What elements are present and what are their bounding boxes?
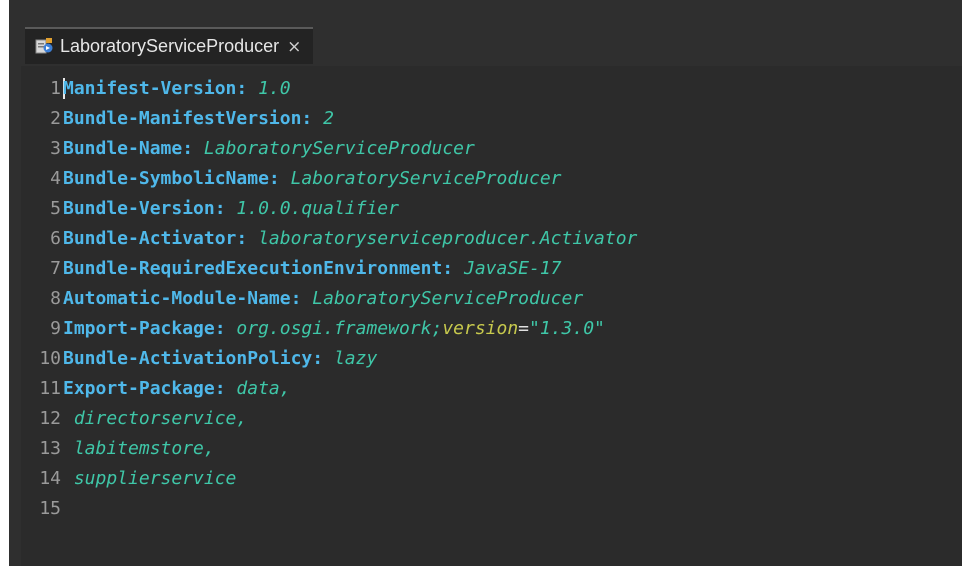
manifest-value: org.osgi.framework; [236,317,443,339]
code-line[interactable]: 2 Bundle-ManifestVersion: 2 [21,103,334,133]
line-number: 15 [39,497,61,519]
manifest-key: Bundle-Version [63,197,215,219]
line-number: 14 [39,467,61,489]
manifest-value: 1.0.0.qualifier [236,197,399,219]
line-number: 4 [50,167,61,189]
manifest-value: LaboratoryServiceProducer [203,137,475,159]
manifest-value: 2 [323,107,334,129]
manifest-value: data, [236,377,291,399]
key-separator: : [268,167,291,189]
line-number: 3 [50,137,61,159]
key-separator: : [214,377,237,399]
manifest-attribute: version [442,317,519,339]
code-line[interactable]: 8 Automatic-Module-Name: LaboratoryServic… [21,283,583,313]
code-line[interactable]: 7 Bundle-RequiredExecutionEnvironment: Ja… [21,253,562,283]
editor-window: LaboratoryServiceProducer × 1 Manifest-Ve… [0,0,962,566]
equals-sign: = [518,317,530,339]
left-border [0,0,9,566]
manifest-key: Automatic-Module-Name [63,287,291,309]
code-line[interactable]: 6 Bundle-Activator: laboratoryserviceprod… [21,223,637,253]
manifest-key: Manifest-Version [63,77,237,99]
manifest-value: laboratoryserviceproducer.Activator [258,227,638,249]
code-line[interactable]: 10 Bundle-ActivationPolicy: lazy [21,343,377,373]
line-number: 7 [50,257,61,279]
line-number: 11 [39,377,61,399]
key-separator: : [301,107,324,129]
code-line[interactable]: 13 labitemstore, [21,433,215,463]
manifest-key: Bundle-Name [63,137,183,159]
key-separator: : [182,137,204,159]
tab-laboratory-service-producer[interactable]: LaboratoryServiceProducer × [25,27,314,64]
tab-bar: LaboratoryServiceProducer × [9,0,962,66]
code-line[interactable]: 4 Bundle-SymbolicName: LaboratoryServiceP… [21,163,562,193]
line-number: 13 [39,437,61,459]
manifest-file-icon [35,38,53,54]
code-line[interactable]: 14 supplierservice [21,463,236,493]
manifest-key: Export-Package [63,377,215,399]
key-separator: : [214,197,237,219]
line-number: 8 [50,287,61,309]
continuation-value: labitemstore, [63,437,215,459]
key-separator: : [236,227,259,249]
manifest-value: LaboratoryServiceProducer [312,287,584,309]
manifest-key: Bundle-ActivationPolicy [63,347,313,369]
key-separator: : [236,77,259,99]
line-number: 12 [39,407,61,429]
key-separator: : [312,347,334,369]
code-line[interactable]: 11 Export-Package: data, [21,373,291,403]
key-separator: : [214,317,237,339]
manifest-value: 1.0 [258,77,291,99]
manifest-value: LaboratoryServiceProducer [290,167,562,189]
close-icon[interactable]: × [287,37,301,57]
text-editor[interactable]: 1 Manifest-Version: 1.0 2 Bundle-ManifestVe… [21,66,962,566]
manifest-value: lazy [333,347,378,369]
manifest-key: Import-Package [63,317,215,339]
manifest-key: Bundle-ManifestVersion [63,107,302,129]
code-line[interactable]: 12 directorservice, [21,403,247,433]
line-number: 5 [50,197,61,219]
line-number: 1 [50,77,61,99]
code-line[interactable]: 5 Bundle-Version: 1.0.0.qualifier [21,193,399,223]
line-number: 2 [50,107,61,129]
continuation-value: supplierservice [63,467,237,489]
line-number: 6 [50,227,61,249]
tab-title: LaboratoryServiceProducer [60,36,280,56]
attribute-value: "1.3.0" [529,317,605,339]
manifest-key: Bundle-Activator [63,227,237,249]
key-separator: : [290,287,313,309]
line-number: 10 [39,347,61,369]
code-line[interactable]: 3 Bundle-Name: LaboratoryServiceProducer [21,133,475,163]
manifest-key: Bundle-RequiredExecutionEnvironment [63,257,443,279]
line-number: 9 [50,317,61,339]
key-separator: : [442,257,464,279]
continuation-value: directorservice, [63,407,248,429]
code-line[interactable]: 9 Import-Package: org.osgi.framework; vers… [21,313,605,343]
manifest-value: JavaSE-17 [463,257,562,279]
code-line[interactable]: 15 [21,493,63,523]
code-line[interactable]: 1 Manifest-Version: 1.0 [21,73,291,103]
manifest-key: Bundle-SymbolicName [63,167,269,189]
